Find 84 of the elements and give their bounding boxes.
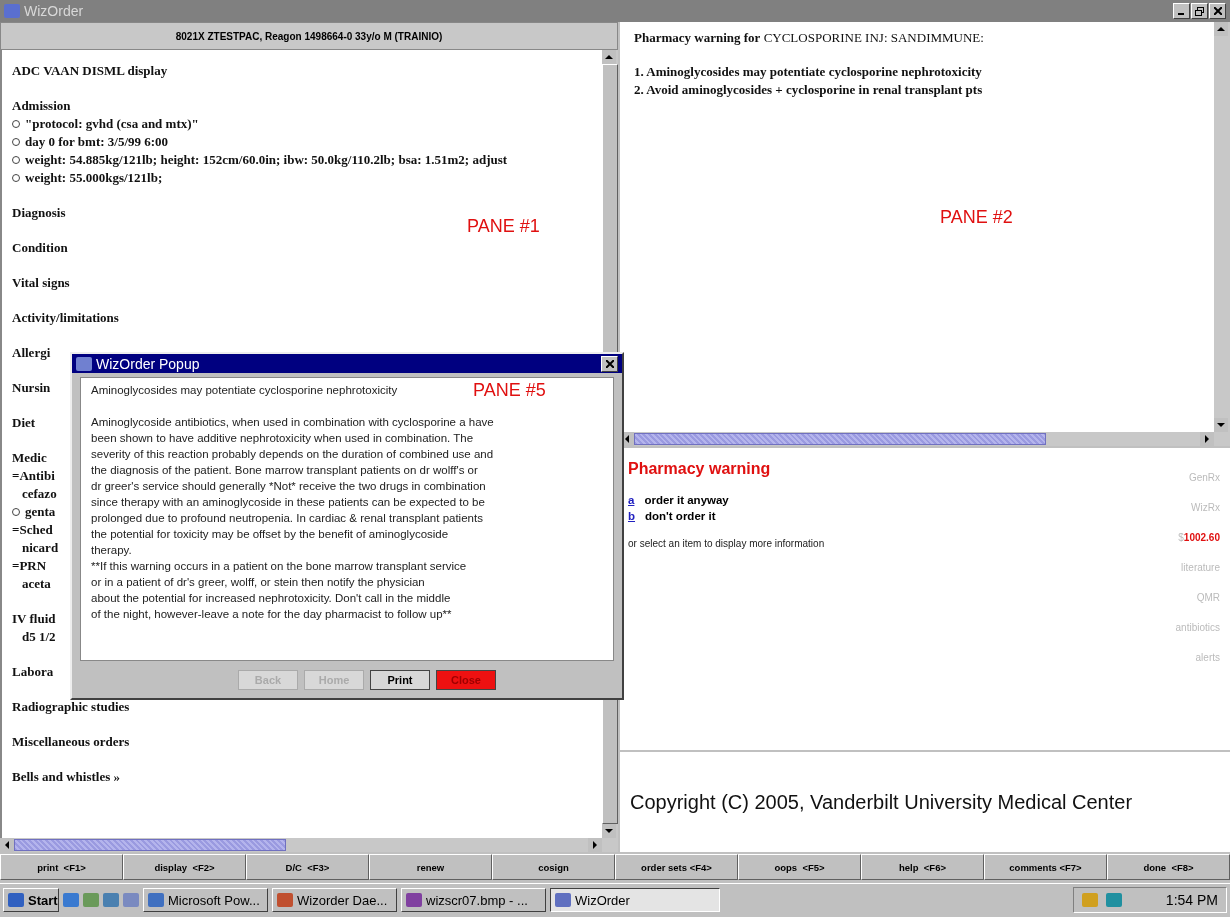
section-heading[interactable]: IV fluid bbox=[12, 610, 56, 628]
section-heading[interactable]: Admission bbox=[12, 97, 71, 115]
section-heading[interactable]: Vital signs bbox=[12, 274, 70, 292]
popup-text: dr greer's service should generally *Not* receive the two drugs in combination bbox=[91, 479, 487, 494]
section-heading[interactable]: Diagnosis bbox=[12, 204, 66, 222]
popup-text: the potential for toxicity may be offset by the benefit of aminoglycoside bbox=[91, 527, 450, 542]
close-icon bbox=[605, 359, 614, 368]
popup-text: about the potential for increased nephrotoxicity. Don't call in the middle bbox=[91, 591, 452, 606]
function-key-button[interactable]: print <F1> bbox=[0, 854, 123, 880]
popup-heading: Aminoglycosides may potentiate cyclosporine nephrotoxicity bbox=[91, 384, 398, 396]
minimize-button[interactable] bbox=[1173, 3, 1190, 19]
order-line[interactable]: day 0 for bmt: 3/5/99 6:00 bbox=[25, 133, 169, 151]
option-key-link[interactable]: a bbox=[628, 492, 635, 508]
section-heading[interactable]: Condition bbox=[12, 239, 68, 257]
popup-text: since therapy with an aminoglycoside in these patients can be expected to be bbox=[91, 495, 486, 510]
popup-button[interactable]: Print bbox=[370, 669, 430, 690]
popup-text: Aminoglycoside antibiotics, when used in combination with cyclosporine a have bbox=[91, 415, 495, 430]
function-key-button[interactable]: oops <F5> bbox=[738, 854, 861, 880]
popup-text: been shown to have additive nephrotoxicity when used in combination. The bbox=[91, 431, 475, 446]
function-key-button[interactable]: D/C <F3> bbox=[246, 854, 369, 880]
section-heading[interactable]: Diet bbox=[12, 414, 36, 432]
function-key-button[interactable]: done <F8> bbox=[1107, 854, 1230, 880]
popup-text: **If this warning occurs in a patient on the bone marrow transplant service bbox=[91, 559, 468, 574]
section-heading[interactable]: Nursin bbox=[12, 379, 51, 397]
function-key-button[interactable]: help <F6> bbox=[861, 854, 984, 880]
function-key-button[interactable]: display <F2> bbox=[123, 854, 246, 880]
pane-label: PANE #5 bbox=[473, 380, 546, 401]
function-key-button[interactable]: cosign bbox=[492, 854, 615, 880]
order-line[interactable]: genta bbox=[25, 503, 56, 521]
pane-label: PANE #1 bbox=[467, 216, 540, 237]
popup-text: of the night, however-leave a note for the day pharmacist to follow up** bbox=[91, 607, 453, 622]
warning-item: 1. Aminoglycosides may potentiate cyclosporine nephrotoxicity bbox=[634, 63, 983, 81]
warning-title: Pharmacy warning for CYCLOSPORINE INJ: SANDIMMUNE: bbox=[634, 30, 985, 46]
section-heading[interactable]: ADC VAAN DISML display bbox=[12, 62, 168, 80]
section-heading[interactable]: Bells and whistles » bbox=[12, 768, 120, 786]
order-line[interactable]: weight: 55.000kgs/121lb; bbox=[25, 169, 163, 187]
vertical-scrollbar[interactable] bbox=[1214, 22, 1230, 432]
order-line[interactable]: cefazo bbox=[22, 485, 57, 503]
horizontal-scrollbar[interactable] bbox=[0, 838, 618, 852]
hint-text: or select an item to display more information bbox=[628, 538, 826, 549]
taskbar-button[interactable]: Wizorder Dae... bbox=[272, 888, 397, 912]
order-line[interactable]: weight: 54.885kg/121lb; height: 152cm/60.0in; ibw: 50.0kg/110.2lb; bsa: 1.51m2; adjust bbox=[25, 151, 508, 169]
option-label: order it anyway bbox=[644, 493, 729, 508]
taskbar-button[interactable]: wizscr07.bmp - ... bbox=[401, 888, 546, 912]
section-heading[interactable]: Labora bbox=[12, 663, 54, 681]
order-line[interactable]: =PRN bbox=[12, 557, 47, 575]
section-heading[interactable]: Medic bbox=[12, 449, 47, 467]
window-title: WizOrder bbox=[24, 3, 84, 19]
warning-heading: Pharmacy warning bbox=[628, 460, 772, 478]
popup-text: or in a patient of dr's greer, wolff, or stein then notify the physician bbox=[91, 575, 426, 590]
copyright-text: Copyright (C) 2005, Vanderbilt University Medical Center bbox=[630, 790, 1133, 814]
order-line[interactable]: d5 1/2 bbox=[22, 628, 56, 646]
restore-icon bbox=[1195, 6, 1204, 16]
order-line[interactable]: =Sched bbox=[12, 521, 53, 539]
order-line[interactable]: "protocol: gvhd (csa and mtx)" bbox=[25, 115, 199, 133]
start-button[interactable]: Start bbox=[3, 888, 59, 912]
function-key-button[interactable]: comments <F7> bbox=[984, 854, 1107, 880]
popup-text: severity of this reaction probably depends on the duration of combined use and bbox=[91, 447, 495, 462]
close-button[interactable] bbox=[601, 355, 618, 372]
popup-title: WizOrder Popup bbox=[96, 355, 200, 372]
popup-text: prolonged due to profound neutropenia. In cardiac & renal transplant patients bbox=[91, 511, 484, 526]
order-line[interactable]: =Antibi bbox=[12, 467, 55, 485]
option-key-link[interactable]: b bbox=[628, 508, 636, 524]
taskbar-button[interactable]: Microsoft Pow... bbox=[143, 888, 268, 912]
order-line[interactable]: nicard bbox=[22, 539, 59, 557]
close-icon bbox=[1213, 7, 1222, 15]
section-heading[interactable]: Radiographic studies bbox=[12, 698, 130, 716]
popup-text: therapy. bbox=[91, 543, 133, 558]
pane-label: PANE #2 bbox=[940, 207, 1013, 228]
order-line[interactable]: aceta bbox=[22, 575, 51, 593]
maximize-button[interactable] bbox=[1191, 3, 1208, 19]
function-key-button[interactable]: order sets <F4> bbox=[615, 854, 738, 880]
taskbar-button[interactable]: WizOrder bbox=[550, 888, 720, 912]
section-heading[interactable]: Miscellaneous orders bbox=[12, 733, 130, 751]
clock: 1:54 PM bbox=[1165, 892, 1218, 908]
option-label: don't order it bbox=[645, 509, 716, 524]
price-link[interactable]: $1002.60 bbox=[1178, 530, 1220, 546]
patient-header: 8021X ZTESTPAC, Reagon 1498664-0 33y/o M (TRAINIO) bbox=[0, 22, 618, 50]
section-heading[interactable]: Allergi bbox=[12, 344, 51, 362]
function-key-button[interactable]: renew bbox=[369, 854, 492, 880]
section-heading[interactable]: Activity/limitations bbox=[12, 309, 119, 327]
popup-text: the diagnosis of the patient. Bone marrow transplant patients on dr wolff's or bbox=[91, 463, 479, 478]
close-button[interactable] bbox=[1209, 3, 1226, 19]
warning-item: 2. Avoid aminoglycosides + cyclosporine in renal transplant pts bbox=[634, 81, 984, 99]
